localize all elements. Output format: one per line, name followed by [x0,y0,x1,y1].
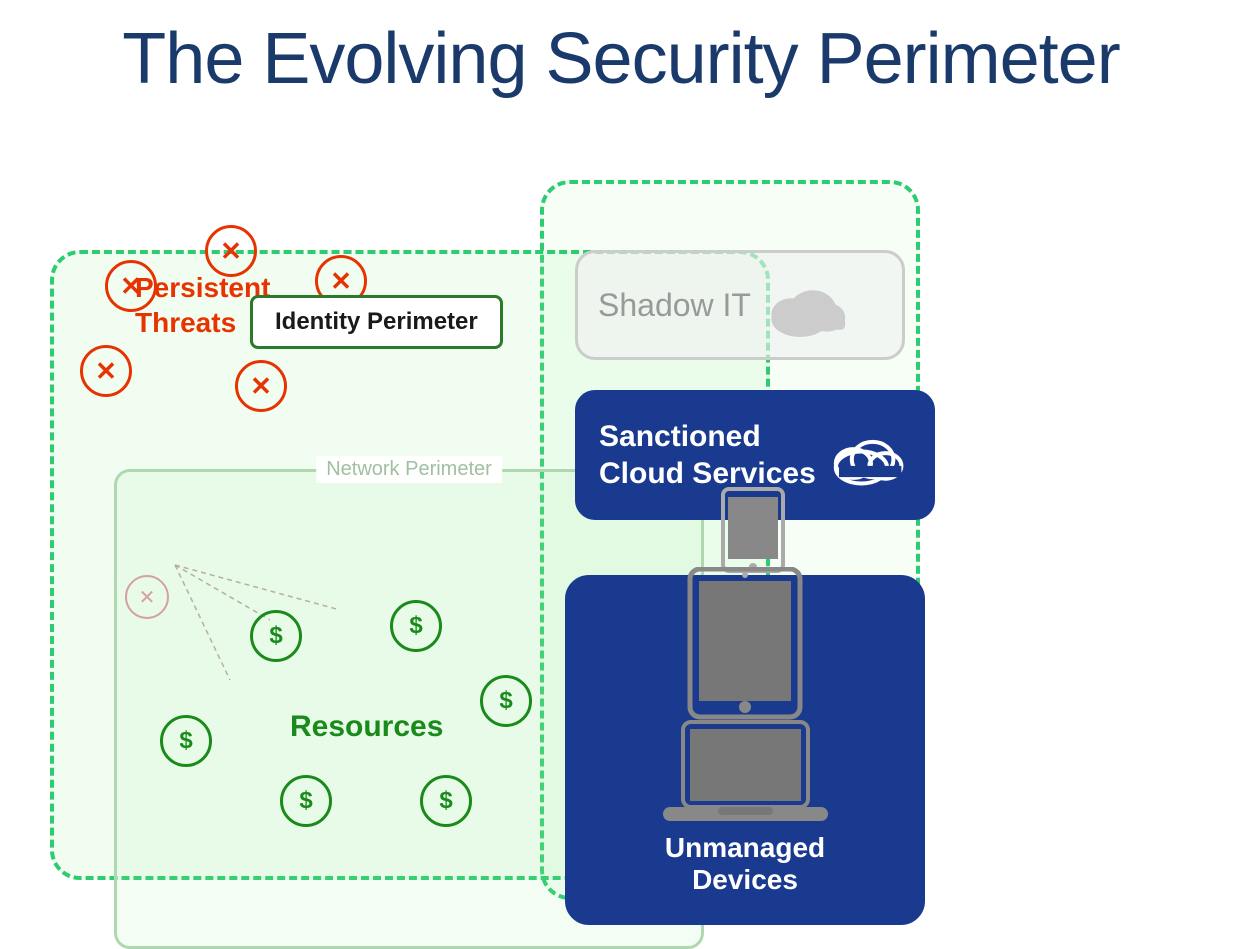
resource-icon-2: $ [390,600,442,652]
shadow-it-box: Shadow IT [575,250,905,360]
resource-icon-1: $ [250,610,302,662]
unmanaged-devices-box: Unmanaged Devices [565,575,925,925]
laptop-icon [663,717,828,827]
resource-icon-4: $ [160,715,212,767]
tablet-large-icon [685,567,805,722]
page-title: The Evolving Security Perimeter [0,0,1242,100]
cloud-shadow-icon [766,273,856,338]
resource-icon-6: $ [420,775,472,827]
resources-label: Resources [290,710,443,744]
diagram-area: Network Perimeter Identity Perimeter ✕ ✕… [30,120,1212,912]
tablet-small-icon [718,487,788,577]
devices-icons-area [663,487,828,832]
resource-icon-3: $ [480,675,532,727]
shadow-it-label: Shadow IT [598,287,751,324]
resource-icon-5: $ [280,775,332,827]
threat-x-4: ✕ [80,345,132,397]
threat-x-5: ✕ [235,360,287,412]
unmanaged-label: Unmanaged Devices [665,832,825,896]
identity-perimeter-box: Identity Perimeter [250,295,503,349]
identity-perimeter-label: Identity Perimeter [275,308,478,335]
cloud-sanctioned-icon [831,423,911,488]
insider-threat-icon: ✕ [125,575,169,619]
sanctioned-cloud-label: Sanctioned Cloud Services [599,418,816,493]
network-perimeter-label: Network Perimeter [316,456,502,483]
